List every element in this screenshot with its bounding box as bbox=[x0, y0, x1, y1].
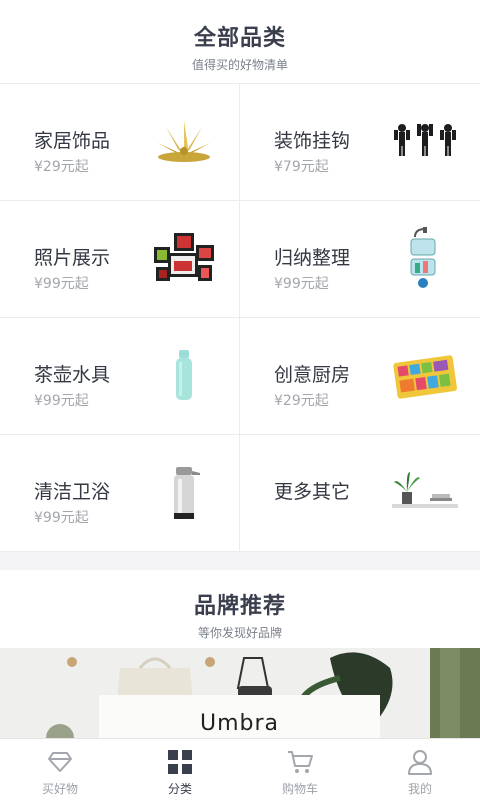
brands-header: 品牌推荐 等你发现好品牌 bbox=[0, 570, 480, 648]
category-item-more[interactable]: 更多其它 bbox=[240, 435, 480, 552]
category-name: 更多其它 bbox=[274, 481, 351, 503]
diamond-icon bbox=[47, 748, 73, 776]
category-name: 茶壶水具 bbox=[34, 364, 111, 386]
category-item-photo-display[interactable]: 照片展示 ¥99元起 bbox=[0, 201, 240, 318]
category-name: 创意厨房 bbox=[274, 364, 351, 386]
category-item-teaware[interactable]: 茶壶水具 ¥99元起 bbox=[0, 318, 240, 435]
user-icon bbox=[407, 748, 433, 776]
shower-caddy-icon bbox=[390, 227, 460, 289]
grid-icon bbox=[167, 748, 193, 776]
tab-cart[interactable]: 购物车 bbox=[240, 739, 360, 800]
brands-title: 品牌推荐 bbox=[193, 594, 286, 619]
category-grid: 家居饰品 ¥29元起 装饰挂钩 ¥79元起 照片展示 ¥99元起 归纳整理 ¥9… bbox=[0, 84, 480, 552]
photo-frame-collage-icon bbox=[149, 229, 219, 289]
brands-subtitle: 等你发现好品牌 bbox=[197, 626, 282, 640]
colorful-mat-icon bbox=[390, 346, 460, 406]
soap-dispenser-icon bbox=[149, 463, 219, 523]
category-item-home-decor[interactable]: 家居饰品 ¥29元起 bbox=[0, 84, 240, 201]
category-item-bathroom[interactable]: 清洁卫浴 ¥99元起 bbox=[0, 435, 240, 552]
brand-name-card: Umbra bbox=[99, 695, 380, 738]
categories-header: 全部品类 值得买的好物清单 bbox=[0, 0, 480, 84]
category-price: ¥29元起 bbox=[34, 159, 89, 175]
water-bottle-icon bbox=[149, 346, 219, 406]
brand-banner[interactable]: Umbra bbox=[0, 648, 480, 738]
tab-label: 我的 bbox=[407, 782, 432, 796]
tab-label: 买好物 bbox=[41, 782, 78, 796]
category-name: 家居饰品 bbox=[34, 130, 111, 152]
category-item-creative-kitchen[interactable]: 创意厨房 ¥29元起 bbox=[240, 318, 480, 435]
category-price: ¥99元起 bbox=[34, 393, 89, 409]
tab-categories[interactable]: 分类 bbox=[120, 739, 240, 800]
tab-buy[interactable]: 买好物 bbox=[0, 739, 120, 800]
category-name: 装饰挂钩 bbox=[274, 130, 351, 152]
category-price: ¥99元起 bbox=[34, 276, 89, 292]
section-divider bbox=[0, 552, 480, 570]
plant-shelf-icon bbox=[390, 463, 460, 523]
categories-title: 全部品类 bbox=[193, 26, 286, 51]
category-item-decor-hooks[interactable]: 装饰挂钩 ¥79元起 bbox=[240, 84, 480, 201]
category-name: 清洁卫浴 bbox=[34, 481, 111, 503]
tab-label: 购物车 bbox=[281, 782, 318, 796]
brand-name: Umbra bbox=[199, 711, 280, 736]
gold-flower-ornament-icon bbox=[149, 112, 219, 172]
category-price: ¥79元起 bbox=[274, 159, 329, 175]
cart-icon bbox=[286, 748, 314, 776]
tab-profile[interactable]: 我的 bbox=[360, 739, 480, 800]
figure-wall-hooks-icon bbox=[390, 112, 460, 172]
category-price: ¥99元起 bbox=[274, 276, 329, 292]
category-price: ¥99元起 bbox=[34, 510, 89, 526]
category-name: 归纳整理 bbox=[274, 247, 351, 269]
tab-label: 分类 bbox=[167, 782, 192, 796]
bottom-tab-bar: 买好物 分类 购物车 我的 bbox=[0, 738, 480, 800]
categories-subtitle: 值得买的好物清单 bbox=[191, 58, 288, 72]
category-price: ¥29元起 bbox=[274, 393, 329, 409]
category-item-organize[interactable]: 归纳整理 ¥99元起 bbox=[240, 201, 480, 318]
category-name: 照片展示 bbox=[34, 247, 111, 269]
